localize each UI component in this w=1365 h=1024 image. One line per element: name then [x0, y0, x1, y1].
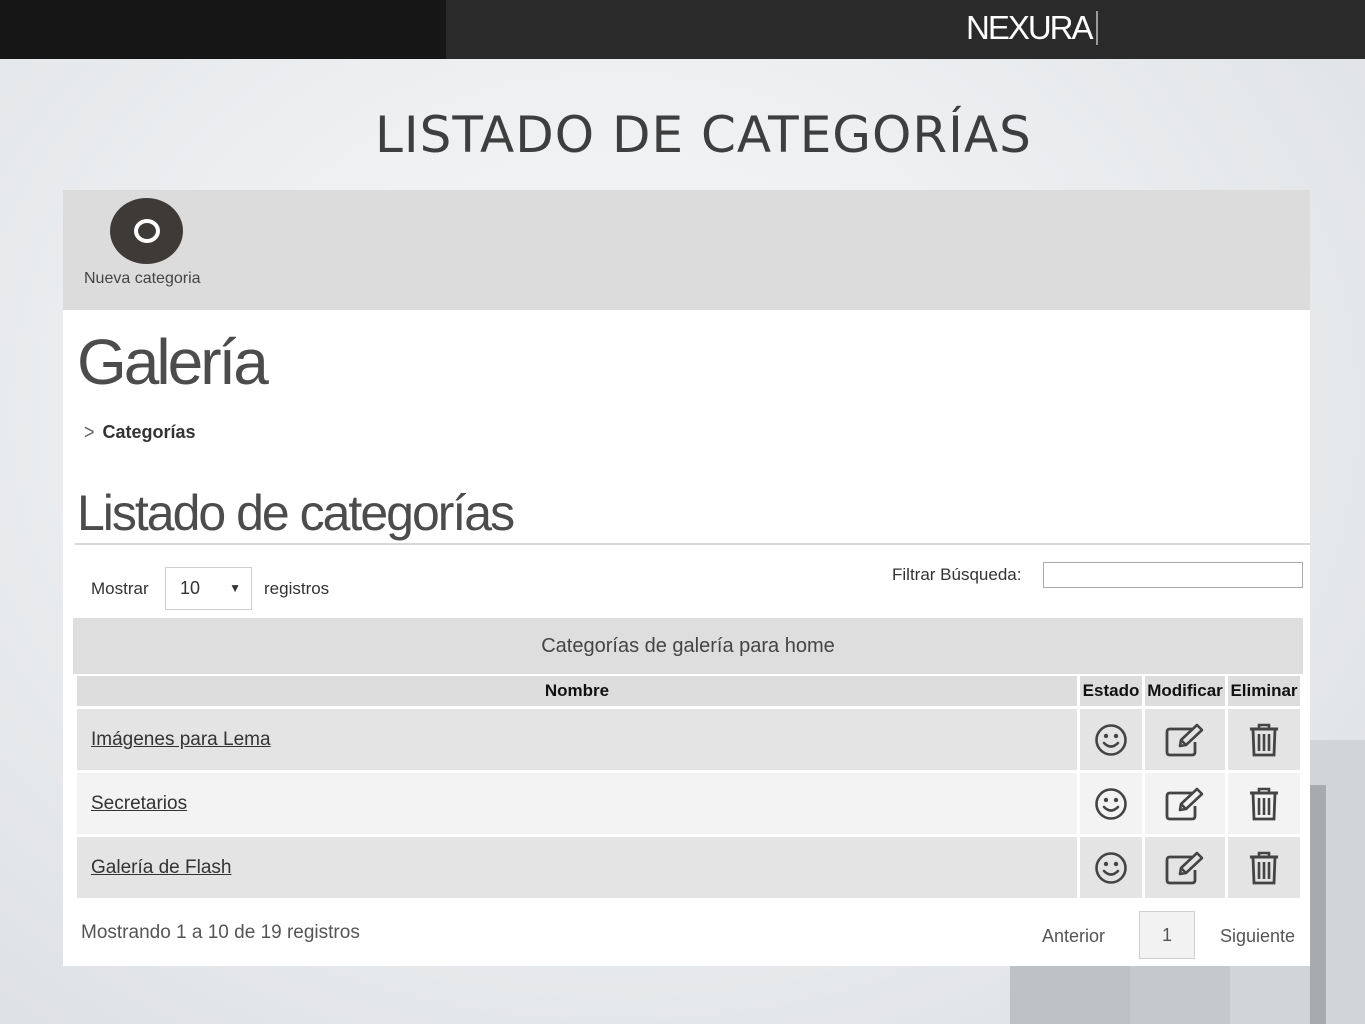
- table-info: Mostrando 1 a 10 de 19 registros: [81, 922, 360, 943]
- length-suffix: registros: [264, 579, 330, 598]
- category-link[interactable]: Imágenes para Lema: [91, 729, 271, 750]
- top-bar-dark-segment: [0, 0, 446, 59]
- edit-icon[interactable]: [1164, 786, 1206, 822]
- table-row: Imágenes para Lema: [77, 709, 1303, 773]
- decorative-block: [1010, 960, 1130, 1024]
- smiley-icon[interactable]: [1094, 851, 1128, 885]
- table-caption: Categorías de galería para home: [73, 618, 1303, 674]
- column-header-estado[interactable]: Estado: [1080, 676, 1145, 709]
- screenshot-panel: Nueva categoria Galería > Categorías List…: [63, 190, 1310, 966]
- list-title: Listado de categorías: [77, 485, 515, 541]
- breadcrumb[interactable]: > Categorías: [84, 419, 196, 444]
- pagination-page[interactable]: 1: [1139, 911, 1195, 959]
- search-input[interactable]: [1043, 562, 1303, 588]
- delete-cell: [1228, 837, 1303, 901]
- table-row: Galería de Flash: [77, 837, 1303, 901]
- categories-table: Nombre Estado Modificar Eliminar Imágene…: [77, 676, 1303, 901]
- edit-cell: [1145, 773, 1228, 837]
- nexura-logo: NEXURA: [966, 9, 1094, 46]
- pagination-previous[interactable]: Anterior: [1042, 926, 1105, 947]
- trash-icon[interactable]: [1248, 786, 1280, 822]
- column-header-nombre[interactable]: Nombre: [77, 676, 1080, 709]
- trash-icon[interactable]: [1248, 850, 1280, 886]
- delete-cell: [1228, 773, 1303, 837]
- edit-icon[interactable]: [1164, 850, 1206, 886]
- new-category-button[interactable]: [110, 198, 183, 264]
- status-cell: [1080, 773, 1145, 837]
- breadcrumb-label[interactable]: Categorías: [103, 422, 196, 442]
- dropdown-caret-icon: ▼: [229, 581, 241, 595]
- name-cell: Galería de Flash: [77, 837, 1080, 901]
- table-row: Secretarios: [77, 773, 1303, 837]
- status-cell: [1080, 709, 1145, 773]
- edit-cell: [1145, 709, 1228, 773]
- column-header-eliminar[interactable]: Eliminar: [1228, 676, 1303, 709]
- filter-label: Filtrar Búsqueda:: [892, 565, 1022, 584]
- records-per-page-value: 10: [180, 578, 201, 598]
- slide-title: LISTADO DE CATEGORÍAS: [375, 106, 1032, 164]
- logo-divider: [1096, 11, 1098, 45]
- decorative-block: [1310, 785, 1326, 1024]
- smiley-icon[interactable]: [1094, 723, 1128, 757]
- action-toolbar: Nueva categoria: [63, 190, 1310, 310]
- name-cell: Secretarios: [77, 773, 1080, 837]
- column-header-modificar[interactable]: Modificar: [1145, 676, 1228, 709]
- records-per-page-select[interactable]: 10 ▼: [165, 567, 252, 610]
- status-cell: [1080, 837, 1145, 901]
- circle-icon: [133, 219, 160, 243]
- chevron-right-icon: >: [84, 419, 95, 444]
- module-title: Galería: [77, 326, 269, 398]
- name-cell: Imágenes para Lema: [77, 709, 1080, 773]
- length-prefix: Mostrar: [91, 579, 149, 598]
- smiley-icon[interactable]: [1094, 787, 1128, 821]
- pagination-next[interactable]: Siguiente: [1220, 926, 1295, 947]
- delete-cell: [1228, 709, 1303, 773]
- trash-icon[interactable]: [1248, 722, 1280, 758]
- edit-cell: [1145, 837, 1228, 901]
- divider: [75, 543, 1310, 545]
- category-link[interactable]: Secretarios: [91, 793, 187, 814]
- new-category-label[interactable]: Nueva categoria: [84, 270, 201, 288]
- category-link[interactable]: Galería de Flash: [91, 857, 231, 878]
- edit-icon[interactable]: [1164, 722, 1206, 758]
- top-bar: NEXURA: [0, 0, 1365, 59]
